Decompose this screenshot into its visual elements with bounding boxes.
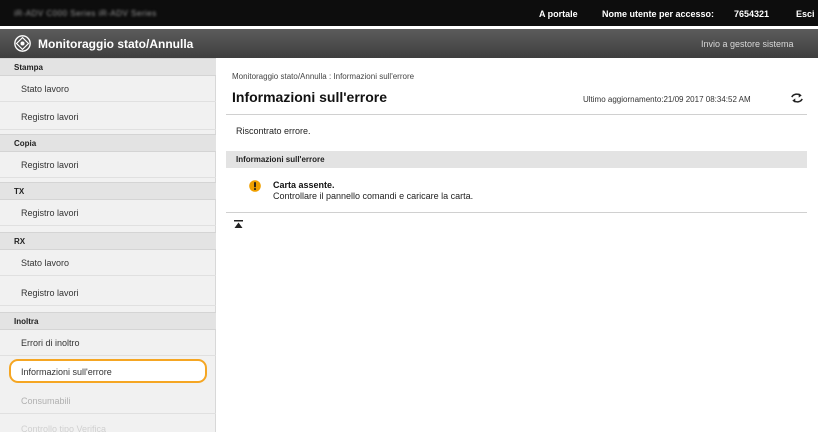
top-bar: iR-ADV C000 Series iR-ADV Series A porta… [0,0,818,26]
device-model: iR-ADV C000 Series iR-ADV Series [14,9,157,18]
divider [226,212,807,213]
logout-link[interactable]: Esci [796,9,815,19]
breadcrumb: Monitoraggio stato/Annulla : Informazion… [232,72,415,81]
send-to-manager-link[interactable]: Invio a gestore sistema [701,39,794,49]
sidebar-item-rx-job-status[interactable]: Stato lavoro [0,250,216,276]
user-id: 7654321 [734,9,770,19]
sidebar: Stampa Stato lavoro Registro lavori Copi… [0,58,216,432]
title-bar: Monitoraggio stato/Annulla Invio a gesto… [0,29,818,58]
status-monitor-icon [14,35,31,52]
sidebar-section-inoltra: Inoltra [0,312,216,330]
sidebar-item-error-information[interactable]: Informazioni sull'errore [9,359,207,383]
sidebar-section-stampa: Stampa [0,58,216,76]
sidebar-section-tx: TX [0,182,216,200]
error-info-header: Informazioni sull'errore [226,151,807,168]
sidebar-item-print-job-status[interactable]: Stato lavoro [0,76,216,102]
sidebar-section-copia: Copia [0,134,216,152]
sidebar-item-tx-job-log[interactable]: Registro lavori [0,200,216,226]
refresh-icon[interactable] [790,92,804,104]
sidebar-item-check-counter[interactable]: Controllo tipo Verifica [0,416,216,432]
portal-link[interactable]: A portale [539,9,578,19]
page-header-title: Monitoraggio stato/Annulla [38,37,194,51]
sidebar-section-rx: RX [0,232,216,250]
sidebar-item-consumables[interactable]: Consumabili [0,388,216,414]
divider [226,114,807,115]
sidebar-item-rx-job-log[interactable]: Registro lavori [0,280,216,306]
last-updated: Ultimo aggiornamento:21/09 2017 08:34:52… [583,95,751,104]
error-description: Controllare il pannello comandi e carica… [273,191,474,201]
user-label: Nome utente per accesso: [602,9,715,19]
sidebar-item-copy-job-log[interactable]: Registro lavori [0,152,216,178]
sidebar-item-print-job-log[interactable]: Registro lavori [0,104,216,130]
error-found-message: Riscontrato errore. [236,126,311,136]
warning-icon [249,180,261,192]
sidebar-item-forwarding-errors[interactable]: Errori di inoltro [0,330,216,356]
page-title: Informazioni sull'errore [232,89,388,105]
back-to-top-icon[interactable] [234,220,243,229]
error-title: Carta assente. [273,180,335,190]
